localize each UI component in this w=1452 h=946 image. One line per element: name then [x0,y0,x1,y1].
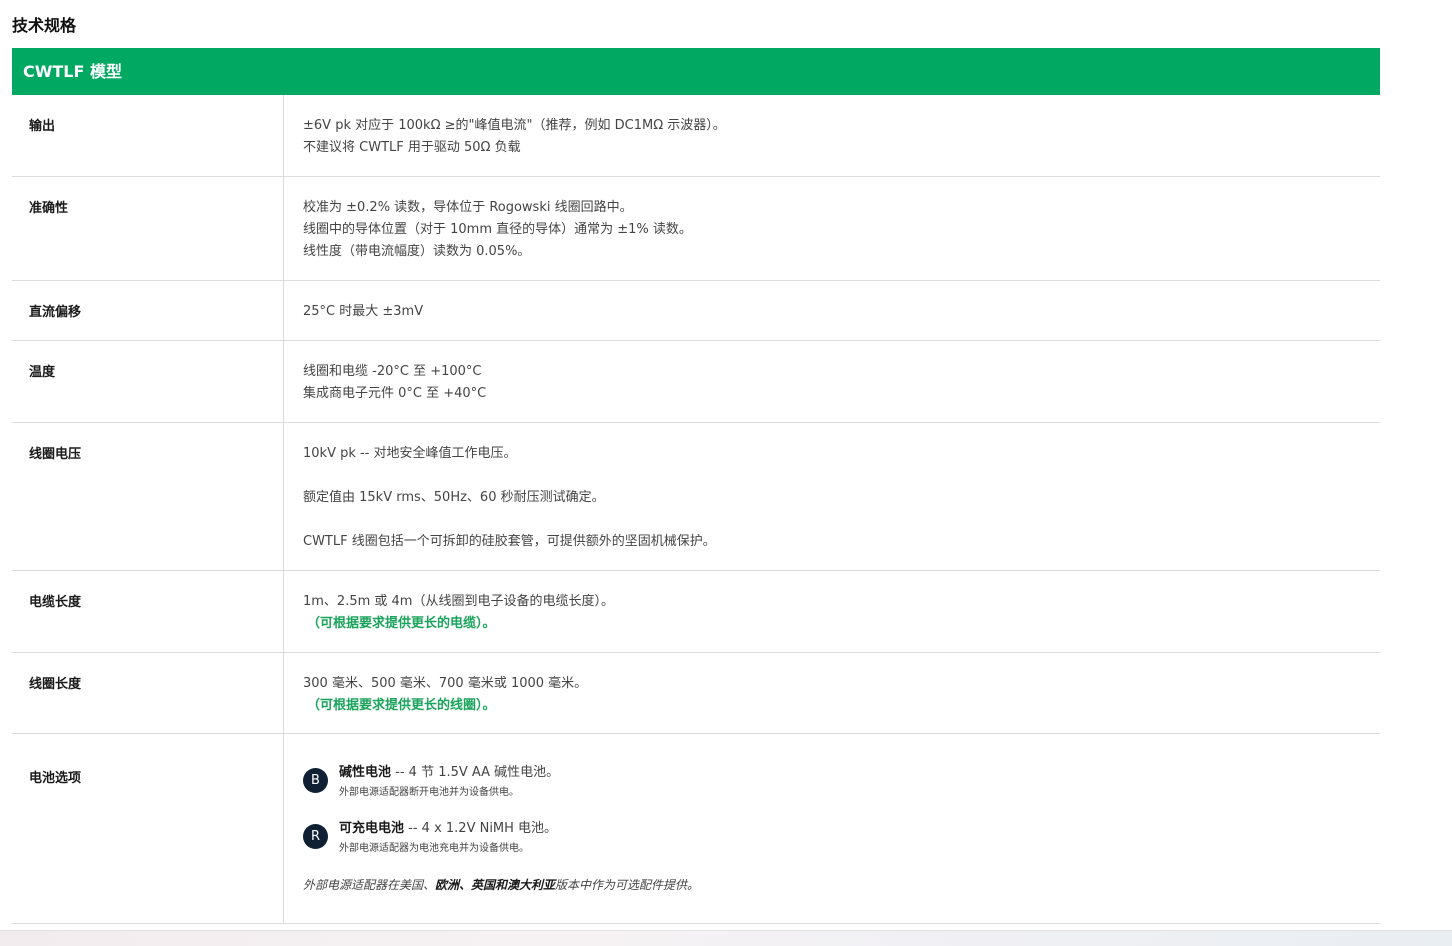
value-paragraph: 额定值由 15kV rms、50Hz、60 秒耐压测试确定。 [303,490,605,505]
row-value: 校准为 ±0.2% 读数，导体位于 Rogowski 线圈回路中。 线圈中的导体… [284,177,1380,280]
row-label: 电缆长度 [12,571,284,652]
row-value: 300 毫米、500 毫米、700 毫米或 1000 毫米。 （可根据要求提供更… [284,653,1380,733]
row-value: 10kV pk -- 对地安全峰值工作电压。 额定值由 15kV rms、50H… [284,423,1380,570]
battery-note: 外部电源适配器为电池充电并为设备供电。 [339,843,529,854]
row-label: 输出 [12,95,284,176]
value-line: 线圈和电缆 -20°C 至 +100°C [303,364,482,379]
value-line: 线圈中的导体位置（对于 10mm 直径的导体）通常为 ±1% 读数。 [303,222,692,237]
value-paragraph: 10kV pk -- 对地安全峰值工作电压。 [303,446,517,461]
spec-row-coil-length: 线圈长度 300 毫米、500 毫米、700 毫米或 1000 毫米。 （可根据… [12,653,1380,734]
longer-coil-note: （可根据要求提供更长的线圈）。 [307,698,496,713]
battery-option-alkaline: B 碱性电池 -- 4 节 1.5V AA 碱性电池。 外部电源适配器断开电池并… [303,762,1380,802]
adapter-footnote: 外部电源适配器在美国、欧洲、英国和澳大利亚版本中作为可选配件提供。 [303,874,1380,896]
footnote-regions: 欧洲、英国和澳大利亚 [435,878,556,892]
page-title: 技术规格 [12,16,77,35]
value-line: 300 毫米、500 毫米、700 毫米或 1000 毫米。 [303,676,588,691]
value-line: 不建议将 CWTLF 用于驱动 50Ω 负载 [303,140,521,155]
spec-row-output: 输出 ±6V pk 对应于 100kΩ ≥的"峰值电流"（推荐，例如 DC1MΩ… [12,95,1380,177]
spec-row-dc-offset: 直流偏移 25°C 时最大 ±3mV [12,281,1380,341]
battery-note: 外部电源适配器断开电池并为设备供电。 [339,787,519,798]
spec-row-temperature: 温度 线圈和电缆 -20°C 至 +100°C 集成商电子元件 0°C 至 +4… [12,341,1380,423]
battery-desc: -- 4 x 1.2V NiMH 电池。 [404,821,558,836]
row-label: 温度 [12,341,284,422]
spec-row-battery: 电池选项 B 碱性电池 -- 4 节 1.5V AA 碱性电池。 外部电源适配器… [12,734,1380,924]
battery-option-rechargeable: R 可充电电池 -- 4 x 1.2V NiMH 电池。 外部电源适配器为电池充… [303,818,1380,858]
battery-title: 碱性电池 [339,765,392,780]
value-line: 线性度（带电流幅度）读数为 0.05%。 [303,244,531,259]
battery-desc: -- 4 节 1.5V AA 碱性电池。 [391,765,560,780]
value-paragraph: CWTLF 线圈包括一个可拆卸的硅胶套管，可提供额外的坚固机械保护。 [303,534,716,549]
value-line: 25°C 时最大 ±3mV [303,304,424,319]
row-label: 线圈电压 [12,423,284,570]
value-line: 集成商电子元件 0°C 至 +40°C [303,386,487,401]
row-value: 25°C 时最大 ±3mV [284,281,1380,340]
row-label: 电池选项 [12,734,284,923]
spec-row-coil-voltage: 线圈电压 10kV pk -- 对地安全峰值工作电压。 额定值由 15kV rm… [12,423,1380,571]
footnote-suffix: 版本中作为可选配件提供。 [555,878,700,892]
table-header: CWTLF 模型 [12,48,1380,95]
row-label: 线圈长度 [12,653,284,733]
value-line: 校准为 ±0.2% 读数，导体位于 Rogowski 线圈回路中。 [303,200,633,215]
badge-r: R [303,824,328,849]
battery-title: 可充电电池 [339,821,405,836]
spec-row-cable-length: 电缆长度 1m、2.5m 或 4m（从线圈到电子设备的电缆长度）。 （可根据要求… [12,571,1380,653]
row-value: 线圈和电缆 -20°C 至 +100°C 集成商电子元件 0°C 至 +40°C [284,341,1380,422]
spec-table: CWTLF 模型 输出 ±6V pk 对应于 100kΩ ≥的"峰值电流"（推荐… [12,48,1380,924]
window-bottom-strip [0,930,1452,946]
row-value: B 碱性电池 -- 4 节 1.5V AA 碱性电池。 外部电源适配器断开电池并… [284,734,1380,923]
row-value: ±6V pk 对应于 100kΩ ≥的"峰值电流"（推荐，例如 DC1MΩ 示波… [284,95,1380,176]
longer-cable-note: （可根据要求提供更长的电缆）。 [307,616,496,631]
value-line: 1m、2.5m 或 4m（从线圈到电子设备的电缆长度）。 [303,594,614,609]
row-value: 1m、2.5m 或 4m（从线圈到电子设备的电缆长度）。 （可根据要求提供更长的… [284,571,1380,652]
value-line: ±6V pk 对应于 100kΩ ≥的"峰值电流"（推荐，例如 DC1MΩ 示波… [303,118,726,133]
footnote-prefix: 外部电源适配器在美国、 [303,878,436,892]
row-label: 准确性 [12,177,284,280]
spec-row-accuracy: 准确性 校准为 ±0.2% 读数，导体位于 Rogowski 线圈回路中。 线圈… [12,177,1380,281]
row-label: 直流偏移 [12,281,284,340]
badge-b: B [303,768,328,793]
